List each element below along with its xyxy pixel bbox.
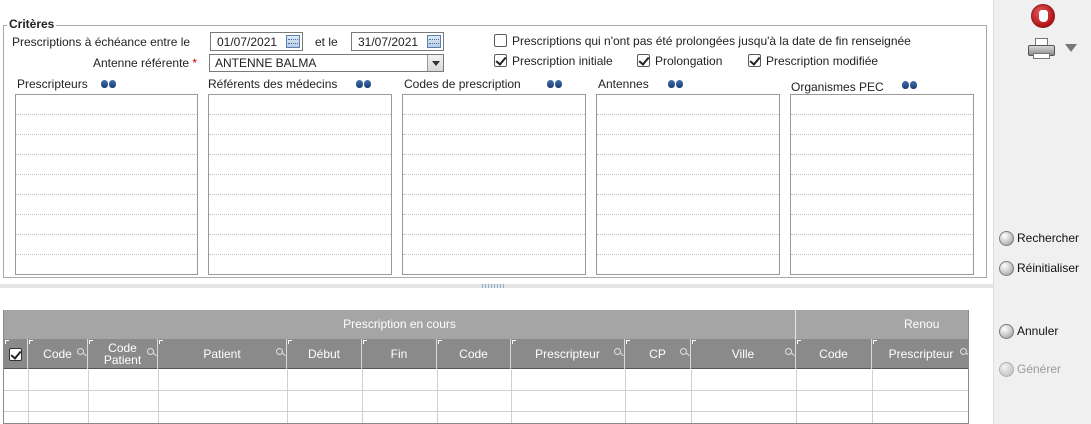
prescripteurs-list[interactable] [15,94,198,275]
col-cp[interactable]: CP [625,339,691,369]
printer-icon[interactable] [1028,38,1056,60]
prolongation-label: Prolongation [655,54,723,68]
col-code-label: Code [43,347,72,361]
generer-button[interactable]: Générer [999,360,1061,378]
binoculars-icon[interactable] [356,78,372,89]
referents-list[interactable] [208,94,392,275]
table-row[interactable] [4,370,968,391]
prescription-modifiee-label: Prescription modifiée [766,54,879,68]
grid-body [4,370,968,423]
antenne-select-value: ANTENNE BALMA [215,56,317,70]
rechercher-button[interactable]: Rechercher [999,229,1079,247]
search-icon[interactable] [77,348,84,355]
search-icon[interactable] [147,348,154,355]
col-code-prescription-label: Code [459,347,488,361]
grid-column-header: Code Code Patient Patient Début Fin Code … [4,339,968,369]
reinitialiser-label: Réinitialiser [1017,261,1080,275]
binoculars-icon[interactable] [902,79,918,90]
panel-splitter[interactable] [0,284,993,288]
annuler-label: Annuler [1017,324,1059,338]
col-renou-code-label: Code [819,347,848,361]
not-prolonged-label: Prescriptions qui n'ont pas été prolongé… [512,34,911,48]
antenne-select[interactable]: ANTENNE BALMA [209,54,444,72]
antennes-list[interactable] [596,94,780,275]
col-code[interactable]: Code [28,339,88,369]
chevron-down-icon[interactable] [427,55,443,71]
required-mark: * [192,56,198,70]
date-from-field[interactable]: 01/07/2021 [210,32,303,51]
calendar-icon[interactable] [427,35,441,48]
grid-group-header: Prescription en cours Renou [4,310,968,339]
prescription-initiale-label: Prescription initiale [512,54,613,68]
col-cp-label: CP [649,347,666,361]
calendar-icon[interactable] [286,35,300,48]
col-code-patient-line2: Patient [103,353,142,367]
radio-dot-icon [999,230,1014,246]
col-fin[interactable]: Fin [362,339,437,369]
organismes-pec-title: Organismes PEC [791,80,884,94]
col-code-patient[interactable]: Code Patient [88,339,158,369]
col-renou-code[interactable]: Code [796,339,872,369]
reinitialiser-button[interactable]: Réinitialiser [999,259,1079,277]
select-all-column[interactable] [4,339,28,369]
prolongation-checkbox[interactable] [637,54,650,67]
echeance-label: Prescriptions à échéance entre le [12,35,191,49]
prescripteurs-title: Prescripteurs [17,77,88,91]
col-renou-prescripteur[interactable]: Prescripteur [872,339,968,369]
table-row[interactable] [4,391,968,412]
date-to-field[interactable]: 31/07/2021 [351,32,444,51]
antennes-title: Antennes [598,77,649,91]
group-renouvellement: Renou [904,317,940,331]
not-prolonged-checkbox[interactable] [494,34,507,47]
criteria-legend: Critères [7,17,57,31]
codes-prescription-title: Codes de prescription [404,77,521,91]
col-ville[interactable]: Ville [691,339,796,369]
search-icon[interactable] [614,348,621,355]
col-fin-label: Fin [390,347,408,361]
table-row[interactable] [4,412,968,423]
binoculars-icon[interactable] [101,78,117,89]
antenne-label-text: Antenne référente [93,56,190,70]
binoculars-icon[interactable] [668,78,684,89]
radio-dot-icon [999,323,1014,339]
col-prescripteur[interactable]: Prescripteur [511,339,625,369]
stop-hand-icon[interactable] [1031,4,1055,28]
col-renou-prescripteur-label: Prescripteur [888,347,954,361]
binoculars-icon[interactable] [547,78,563,89]
prescription-initiale-checkbox[interactable] [494,54,507,67]
prescription-modifiee-checkbox[interactable] [748,54,761,67]
col-debut-label: Début [307,347,341,361]
search-icon[interactable] [680,348,687,355]
chevron-down-icon[interactable] [1065,44,1077,52]
rechercher-label: Rechercher [1017,231,1080,245]
col-patient-label: Patient [203,347,241,361]
generer-label: Générer [1017,362,1062,376]
splitter-grip[interactable] [482,284,504,288]
date-from-value: 01/07/2021 [217,35,278,49]
col-prescripteur-label: Prescripteur [535,347,600,361]
search-icon[interactable] [276,348,283,355]
col-debut[interactable]: Début [287,339,362,369]
col-code-prescription[interactable]: Code [437,339,511,369]
date-to-value: 31/07/2021 [358,35,419,49]
organismes-pec-list[interactable] [790,94,974,275]
codes-prescription-list[interactable] [402,94,586,275]
referents-title: Référents des médecins [208,77,338,91]
radio-dot-icon [999,260,1014,276]
between-label: et le [315,35,338,49]
radio-dot-icon [999,361,1014,377]
select-all-checkbox[interactable] [9,348,22,361]
annuler-button[interactable]: Annuler [999,322,1058,340]
results-grid: Prescription en cours Renou Code Code Pat… [3,310,969,424]
search-icon[interactable] [960,348,967,355]
group-prescription-en-cours: Prescription en cours [4,310,796,339]
antenne-label: Antenne référente * [93,56,197,70]
col-ville-label: Ville [731,347,755,361]
search-icon[interactable] [785,348,792,355]
col-patient[interactable]: Patient [158,339,287,369]
